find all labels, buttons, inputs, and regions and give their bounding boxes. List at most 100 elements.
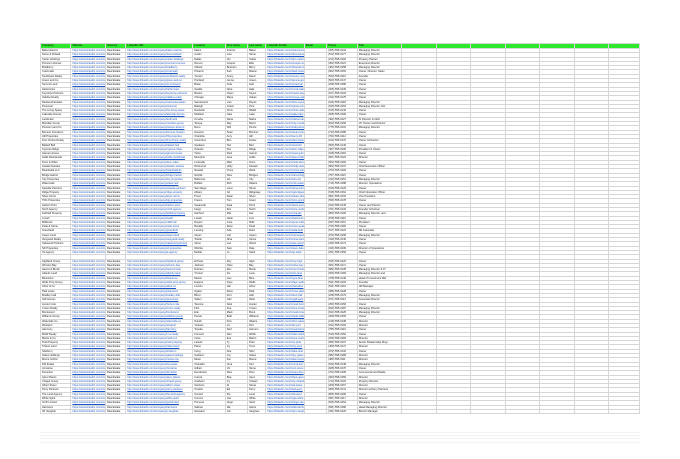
table-cell[interactable]: https://linkedin.com/in/ed-perry	[265, 387, 305, 393]
table-cell[interactable]: https://www.linkedin.com/company/trident…	[70, 344, 106, 350]
table-cell[interactable]: https://www.linkedin.com/company/waterma…	[70, 181, 106, 187]
table-cell[interactable]: http://www.linkedin.com/company/gates-ho…	[125, 353, 194, 359]
table-cell[interactable]: https://linkedin.com/in/ida-harris	[265, 404, 305, 410]
table-cell[interactable]: http://www.linkedin.com/company/wells-pr…	[125, 279, 194, 286]
table-cell[interactable]: https://linkedin.com/in/dean-silver	[265, 194, 305, 200]
table-cell[interactable]: https://www.linkedin.com/company/apex-pl…	[70, 374, 106, 380]
table-cell[interactable]: Real Estate	[104, 408, 127, 415]
table-cell[interactable]: https://www.linkedin.com/company/winston…	[70, 262, 106, 269]
table-cell[interactable]: https://www.linkedin.com/company/landmar…	[70, 116, 106, 123]
table-cell[interactable]: https://linkedin.com/in/luis-reyes	[265, 99, 305, 105]
table-cell[interactable]: (341) 555-0126	[326, 408, 358, 415]
table-cell[interactable]: https://www.linkedin.com/company/boardwa…	[70, 168, 106, 174]
table-cell[interactable]: https://linkedin.com/in/vince-ward	[265, 168, 305, 174]
table-cell[interactable]: https://linkedin.com/in/chris-walsh	[265, 108, 305, 114]
table-cell[interactable]: http://www.linkedin.com/company/southwes…	[125, 73, 194, 80]
table-cell[interactable]: https://www.linkedin.com/company/the-liv…	[70, 108, 106, 114]
table-cell[interactable]: https://linkedin.com/in/holly-atwater	[265, 163, 305, 170]
table-cell[interactable]: https://linkedin.com/in/maya-oakes	[265, 95, 305, 101]
table-cell[interactable]: https://linkedin.com/in/hank-low	[265, 215, 305, 221]
table-cell[interactable]: https://www.linkedin.com/company/first-c…	[70, 138, 106, 144]
table-cell[interactable]	[435, 408, 472, 415]
table-cell[interactable]: https://linkedin.com/in/kurt-hall	[265, 292, 305, 299]
table-cell[interactable]: http://www.linkedin.com/company/the-land…	[125, 391, 194, 398]
table-cell[interactable]: https://linkedin.com/in/finn-waters	[265, 318, 305, 325]
table-cell[interactable]: https://linkedin.com/in/bea-apex	[265, 374, 305, 380]
table-cell[interactable]: https://linkedin.com/in/jenna-green	[265, 78, 305, 84]
table-cell[interactable]: Branch Manager	[356, 408, 403, 415]
table-cell[interactable]: https://www.linkedin.com/company/hunter-…	[70, 301, 106, 307]
table-cell[interactable]: https://www.linkedin.com/company/harriso…	[70, 404, 106, 410]
table-cell[interactable]: https://linkedin.com/in/olive-bay	[265, 262, 305, 269]
table-cell[interactable]: https://linkedin.com/in/tom-grant	[265, 198, 305, 204]
table-cell[interactable]: Hayward	[192, 408, 226, 415]
table-cell[interactable]: http://www.linkedin.com/company/first-ch…	[125, 138, 194, 144]
table-cell[interactable]: https://www.linkedin.com/company/lakesid…	[70, 112, 106, 118]
table-cell[interactable]: http://www.linkedin.com/company/the-livi…	[125, 108, 194, 114]
table-cell[interactable]: https://www.linkedin.com/company/brenner…	[70, 129, 106, 135]
table-cell[interactable]: http://www.linkedin.com/company/meridian…	[125, 121, 194, 127]
table-cell[interactable]: https://www.linkedin.com/company/oakline…	[70, 95, 106, 101]
table-cell[interactable]: https://www.linkedin.com/company/premium…	[70, 60, 106, 67]
table-cell[interactable]: https://www.linkedin.com/company/harmony	[70, 327, 106, 333]
table-cell[interactable]: https://www.linkedin.com/company/cypress…	[70, 146, 106, 153]
table-cell[interactable]: https://linkedin.com/in/ned-harmon	[265, 327, 305, 333]
table-cell[interactable]: https://www.linkedin.com/company/atwater…	[70, 163, 106, 170]
table-cell[interactable]: https://linkedin.com/in/avery-reed	[265, 73, 305, 80]
table-cell[interactable]: https://www.linkedin.com/company/jr-vaug…	[70, 408, 106, 415]
table-cell[interactable]: https://linkedin.com/in/ted-bell	[265, 142, 305, 148]
table-cell[interactable]: http://www.linkedin.com/company/highland…	[125, 258, 194, 264]
table-cell[interactable]: https://www.linkedin.com/company/oakwood…	[70, 241, 106, 247]
table-cell[interactable]: https://www.linkedin.com/company/william…	[70, 314, 106, 320]
table-cell[interactable]: https://linkedin.com/in/vic-stone	[265, 365, 305, 372]
table-cell[interactable]: https://linkedin.com/in/mark-brent	[265, 310, 305, 316]
table-cell[interactable]	[470, 408, 506, 415]
table-cell[interactable]: https://linkedin.com/in/ty-pratt	[265, 340, 305, 346]
table-cell[interactable]: https://linkedin.com/in/abe-shel	[265, 348, 305, 355]
table-cell[interactable]: https://www.linkedin.com/company/kw-esta…	[70, 361, 106, 368]
table-cell[interactable]: http://www.linkedin.com/company/williams…	[125, 314, 194, 320]
table-cell[interactable]: https://www.linkedin.com/company/the-lan…	[70, 391, 106, 398]
table-cell[interactable]: https://linkedin.com/in/rob-waters	[265, 181, 305, 187]
table-cell[interactable]: https://linkedin.com/in/faye-wells	[265, 279, 305, 286]
table-cell[interactable]: https://linkedin.com/in/eric-north	[265, 206, 305, 213]
table-cell[interactable]	[303, 408, 328, 415]
table-cell[interactable]: https://www.linkedin.com/company/bradley…	[70, 292, 106, 299]
table-cell[interactable]: https://linkedin.com/in/jake-lake	[265, 112, 305, 118]
table-cell[interactable]: https://linkedin.com/in/sean-brenner	[265, 129, 305, 135]
table-cell[interactable]: https://linkedin.com/in/ray-merid	[265, 121, 305, 127]
table-cell[interactable]: https://linkedin.com/in/noel-hunter	[265, 301, 305, 307]
table-cell[interactable]: https://linkedin.com/in/rose-platt	[265, 288, 305, 294]
table-cell[interactable]: https://linkedin.com/in/ada-field	[265, 228, 305, 234]
table-cell[interactable]: https://www.linkedin.com/company/harbor-…	[70, 202, 106, 209]
table-cell[interactable]: https://linkedin.com/in/matt-dunn	[265, 159, 305, 166]
table-cell[interactable]: https://www.linkedin.com/company/pratt-p…	[70, 340, 106, 346]
table-cell[interactable]: https://linkedin.com/in/ivy-trent	[265, 344, 305, 350]
table-cell[interactable]: https://www.linkedin.com/company/ridge-p…	[70, 189, 106, 196]
table-cell[interactable]: http://www.linkedin.com/company/vanguard…	[125, 237, 194, 243]
table-cell[interactable]: https://www.linkedin.com/company/keyston…	[70, 90, 106, 97]
table-cell[interactable]: https://linkedin.com/in/flo-land	[265, 391, 305, 398]
table-cell[interactable]: https://linkedin.com/in/owen-keyes	[265, 90, 305, 97]
table-cell[interactable]: https://linkedin.com/in/jess-hollis	[265, 155, 305, 161]
table-cell[interactable]: https://www.linkedin.com/company/watersi…	[70, 318, 106, 325]
table-cell[interactable]: https://www.linkedin.com/company/dominio…	[70, 370, 106, 376]
table-cell[interactable]: https://www.linkedin.com/company/harborv…	[70, 86, 106, 93]
table-cell[interactable]: https://linkedin.com/in/nina-vance	[265, 237, 305, 243]
table-cell[interactable]: https://www.linkedin.com/company/wells-p…	[70, 279, 106, 286]
table-cell[interactable]: https://linkedin.com/in/uma-kerr	[265, 361, 305, 368]
table-cell[interactable]: https://linkedin.com/in/lena-shore	[265, 185, 305, 191]
table-cell[interactable]: https://linkedin.com/in/cooper-ellis	[265, 60, 305, 67]
table-cell[interactable]: https://linkedin.com/in/kara-point	[265, 202, 305, 209]
table-cell[interactable]: https://www.linkedin.com/company/m-w-rea…	[70, 331, 106, 337]
table-cell[interactable]: https://www.linkedin.com/company/summit-…	[70, 82, 106, 88]
table-cell[interactable]: https://www.linkedin.com/company/meridia…	[70, 121, 106, 127]
table-cell[interactable]: https://www.linkedin.com/company/js-agen…	[70, 249, 106, 256]
table-cell[interactable]: https://linkedin.com/in/lee-wood	[265, 241, 305, 247]
table-cell[interactable]	[573, 408, 610, 415]
table-cell[interactable]: https://www.linkedin.com/company/pinecre…	[70, 103, 106, 110]
table-cell[interactable]	[539, 408, 575, 415]
table-cell[interactable]: https://linkedin.com/in/joy-gates	[265, 353, 305, 359]
table-cell[interactable]: https://www.linkedin.com/company/bluesto…	[70, 275, 106, 282]
table-cell[interactable]: https://linkedin.com/in/jon-vaughan	[265, 408, 305, 415]
